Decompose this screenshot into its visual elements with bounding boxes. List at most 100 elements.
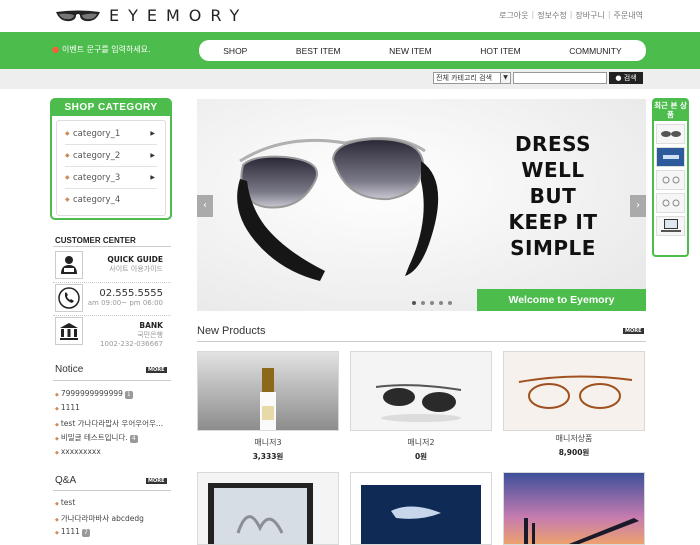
quick-guide-sub: 사이트 이용가이드 [109, 265, 163, 273]
qna-item-text: 1111 [60, 527, 80, 536]
sunglasses-image [237, 137, 439, 281]
product-image [504, 473, 644, 544]
bullet-icon: ◆ [55, 392, 59, 398]
notice-item-text: 7999999999999 [60, 389, 123, 398]
slide-dot[interactable] [412, 301, 416, 305]
top-bar: EYEMORY 로그아웃 | 정보수정 | 장바구니 | 주문내역 [0, 0, 700, 32]
event-text: ● 이벤트 문구를 입력하세요. [52, 44, 151, 55]
qna-item[interactable]: ◆ test [55, 498, 75, 507]
recent-product-thumb[interactable] [656, 193, 685, 213]
chevron-down-icon: ▼ [500, 73, 510, 83]
main-banner[interactable]: DRESS WELL BUT KEEP IT SIMPLE ‹ › Welcom… [197, 99, 646, 311]
separator: | [607, 10, 611, 19]
banner-prev-button[interactable]: ‹ [197, 195, 213, 217]
search-category-select[interactable]: 전체 카테고리 검색 ▼ [433, 72, 511, 84]
category-label: category_1 [73, 129, 121, 139]
welcome-banner-text: Welcome to Eyemory [477, 289, 646, 311]
nav-new-item[interactable]: NEW ITEM [389, 46, 432, 56]
notice-item-text: xxxxxxxxx [60, 447, 101, 456]
notice-item[interactable]: ◆ xxxxxxxxx [55, 447, 101, 456]
category-item[interactable]: ◆ category_4 [65, 189, 157, 211]
bank-text: BANK 국민은행 1002-232-036667 [100, 321, 163, 348]
product-image [504, 352, 644, 430]
bullet-icon: ◆ [55, 501, 59, 507]
recent-products-box: 최근 본 상품 [652, 98, 689, 257]
phone-text: 02.555.5555 am 09:00~ pm 06:00 [88, 288, 163, 307]
comment-count-badge: 7 [81, 529, 90, 537]
product-card[interactable] [350, 351, 492, 431]
product-card[interactable] [197, 351, 339, 431]
bullet-icon: ◆ [55, 406, 59, 412]
bullet-icon: ◆ [55, 530, 59, 536]
recent-product-thumb[interactable] [656, 216, 685, 236]
slide-dot[interactable] [439, 301, 443, 305]
nav-community[interactable]: COMMUNITY [569, 46, 621, 56]
slide-dot[interactable] [448, 301, 452, 305]
search-button[interactable]: ● 검색 [609, 72, 643, 84]
slide-dot[interactable] [430, 301, 434, 305]
new-products-more-button[interactable]: MORE [623, 328, 644, 334]
notice-item-text: 1111 [60, 403, 80, 412]
quick-guide-row[interactable]: QUICK GUIDE 사이트 이용가이드 [55, 251, 171, 281]
separator: | [531, 10, 535, 19]
customer-center-title: CUSTOMER CENTER [55, 236, 136, 245]
category-list: ◆ category_1 ▶ ◆ category_2 ▶ ◆ category_3 ▶ ◆… [56, 120, 166, 216]
notice-item-text: 비밀글 테스트입니다. [60, 433, 128, 442]
divider [53, 282, 171, 283]
bank-title: BANK [139, 321, 163, 330]
logo-text: EYEMORY [109, 6, 249, 25]
banner-slogan: DRESS WELL BUT KEEP IT SIMPLE [498, 131, 608, 261]
logout-link[interactable]: 로그아웃 [499, 10, 528, 21]
bullet-icon: ◆ [55, 517, 59, 523]
product-card[interactable] [503, 472, 645, 545]
recent-product-thumb[interactable] [656, 124, 685, 144]
logo[interactable]: EYEMORY [55, 6, 248, 25]
new-products-title: New Products [197, 325, 266, 337]
category-item[interactable]: ◆ category_2 ▶ [65, 145, 157, 167]
search-input[interactable] [513, 72, 607, 84]
event-label: 이벤트 문구를 입력하세요. [61, 45, 151, 54]
top-links: 로그아웃 | 정보수정 | 장바구니 | 주문내역 [499, 10, 643, 21]
orders-link[interactable]: 주문내역 [614, 10, 643, 21]
category-item[interactable]: ◆ category_3 ▶ [65, 167, 157, 189]
quick-guide-title: QUICK GUIDE [107, 255, 163, 264]
category-label: category_3 [73, 173, 121, 183]
main-nav: SHOP BEST ITEM NEW ITEM HOT ITEM COMMUNI… [199, 40, 646, 61]
recent-product-thumb[interactable] [656, 170, 685, 190]
product-name[interactable]: 매니저2 [350, 437, 492, 448]
notice-item[interactable]: ◆ 비밀글 테스트입니다. 4 [55, 432, 138, 443]
notice-item[interactable]: ◆ 1111 [55, 403, 80, 412]
slogan-line: DRESS [514, 132, 592, 156]
people-icon [55, 251, 83, 279]
product-card[interactable] [350, 472, 492, 545]
slide-dot[interactable] [421, 301, 425, 305]
qna-more-button[interactable]: MORE [146, 478, 167, 484]
shop-category-title: SHOP CATEGORY [52, 100, 170, 116]
nav-hot-item[interactable]: HOT ITEM [480, 46, 520, 56]
product-name[interactable]: 매니저3 [197, 437, 339, 448]
business-hours: am 09:00~ pm 06:00 [87, 299, 163, 307]
nav-best-item[interactable]: BEST ITEM [296, 46, 341, 56]
category-label: category_4 [73, 195, 121, 205]
nav-shop[interactable]: SHOP [223, 46, 247, 56]
notice-more-button[interactable]: MORE [146, 367, 167, 373]
notice-item[interactable]: ◆ 7999999999999 1 [55, 389, 133, 399]
product-card[interactable] [503, 351, 645, 431]
banner-next-button[interactable]: › [630, 195, 646, 217]
qna-item[interactable]: ◆ 1111 7 [55, 527, 90, 537]
recent-products-title: 최근 본 상품 [654, 100, 687, 121]
category-item[interactable]: ◆ category_1 ▶ [65, 123, 157, 145]
search-button-label: 검색 [623, 74, 637, 82]
edit-info-link[interactable]: 정보수정 [537, 10, 566, 21]
cart-link[interactable]: 장바구니 [575, 10, 604, 21]
notice-item[interactable]: ◆ test 가나다라맙사 우어우어우... [55, 418, 163, 429]
product-card[interactable] [197, 472, 339, 545]
qna-item[interactable]: ◆ 가나다라마바사 abcdedg [55, 513, 144, 524]
product-name[interactable]: 매니저상품 [503, 433, 645, 444]
bank-icon [55, 317, 83, 345]
bullet-icon: ◆ [65, 174, 70, 181]
slogan-line: WELL [521, 158, 585, 182]
divider [53, 490, 171, 491]
slogan-line: BUT [529, 184, 577, 208]
recent-product-thumb[interactable] [656, 147, 685, 167]
